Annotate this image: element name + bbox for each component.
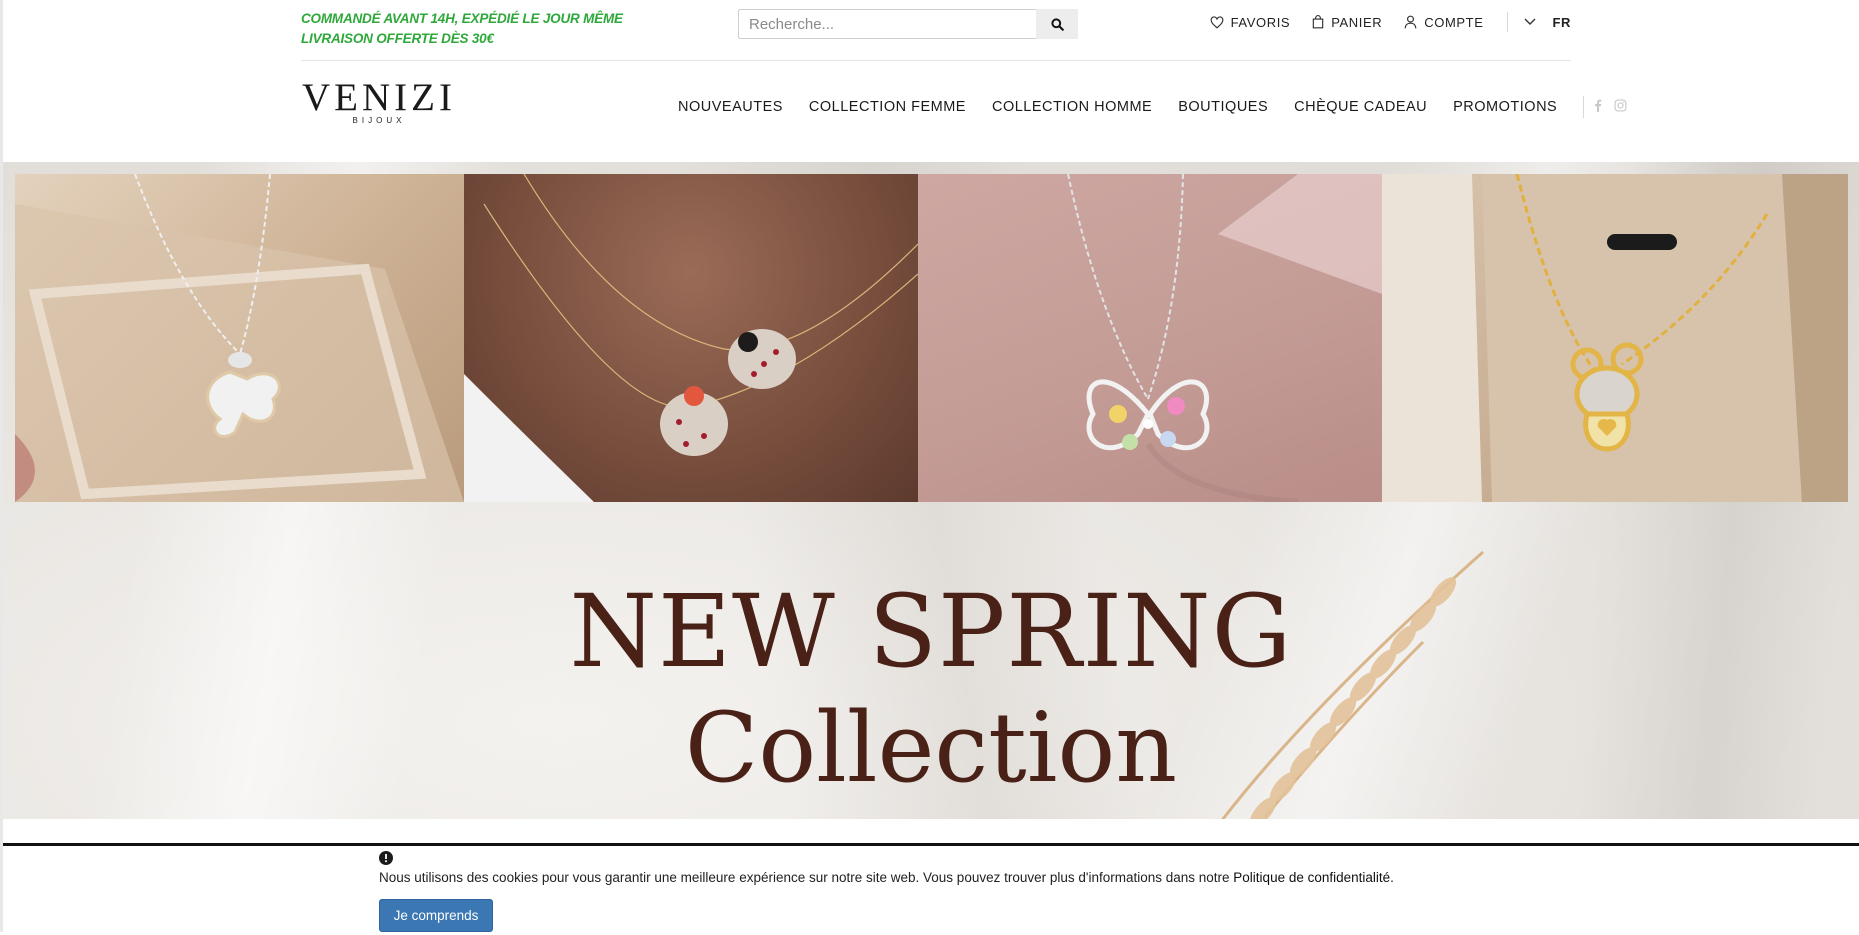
shipping-promo: COMMANDÉ AVANT 14H, EXPÉDIÉ LE JOUR MÊME… <box>301 9 623 49</box>
social-links <box>1594 99 1627 115</box>
product-photo-ladybug-necklace[interactable] <box>464 174 918 502</box>
info-icon <box>379 851 393 865</box>
privacy-policy-link[interactable]: Politique de confidentialité <box>1233 870 1390 885</box>
favorites-link[interactable]: FAVORIS <box>1210 15 1291 30</box>
product-photo-pastel-butterfly-necklace[interactable] <box>918 174 1382 502</box>
top-bar: COMMANDÉ AVANT 14H, EXPÉDIÉ LE JOUR MÊME… <box>301 0 1571 61</box>
cookie-message: Nous utilisons des cookies pour vous gar… <box>379 870 1394 885</box>
heart-icon <box>1210 15 1224 29</box>
cookie-message-end: . <box>1390 870 1394 885</box>
favorites-label: FAVORIS <box>1230 14 1291 30</box>
accept-cookies-button[interactable]: Je comprends <box>379 899 493 932</box>
product-photo-silver-butterfly-necklace[interactable] <box>15 174 464 502</box>
language-label: FR <box>1552 14 1571 30</box>
cart-link[interactable]: PANIER <box>1312 15 1382 30</box>
product-photo-gold-teddy-bear-necklace[interactable] <box>1382 174 1848 502</box>
nav-item-nouveautes[interactable]: NOUVEAUTES <box>678 99 783 115</box>
main-navigation: NOUVEAUTES COLLECTION FEMME COLLECTION H… <box>678 96 1627 118</box>
nav-divider <box>1583 96 1585 118</box>
account-link[interactable]: COMPTE <box>1404 15 1483 30</box>
shopping-bag-icon <box>1312 15 1324 29</box>
cart-label: PANIER <box>1331 14 1383 30</box>
hero-headline-line-1: NEW SPRING <box>569 573 1293 690</box>
nav-item-cheque-cadeau[interactable]: CHÈQUE CADEAU <box>1294 99 1427 115</box>
nav-item-promotions[interactable]: PROMOTIONS <box>1453 99 1557 115</box>
nav-item-boutiques[interactable]: BOUTIQUES <box>1178 99 1268 115</box>
instagram-icon[interactable] <box>1614 99 1627 115</box>
brand-logo[interactable]: VENIZI BIJOUX <box>299 78 459 130</box>
hero-banner[interactable]: NEW SPRING Collection <box>3 162 1859 819</box>
search-icon <box>1050 17 1064 31</box>
search-form <box>738 9 1078 39</box>
promo-line-2: LIVRAISON OFFERTE DÈS 30€ <box>301 31 494 46</box>
language-selector[interactable]: FR <box>1524 15 1571 30</box>
promo-line-1: COMMANDÉ AVANT 14H, EXPÉDIÉ LE JOUR MÊME <box>301 11 623 26</box>
account-label: COMPTE <box>1424 14 1484 30</box>
chevron-down-icon <box>1524 18 1536 25</box>
search-input[interactable] <box>738 9 1038 39</box>
search-button[interactable] <box>1036 9 1078 39</box>
logo-wordmark: VENIZI <box>302 76 456 119</box>
hero-headline-line-2: Collection <box>684 692 1178 804</box>
user-actions: FAVORIS PANIER COMPTE FR <box>1188 11 1571 33</box>
nav-item-collection-femme[interactable]: COLLECTION FEMME <box>809 99 966 115</box>
facebook-icon[interactable] <box>1594 99 1602 115</box>
cookie-banner: Nous utilisons des cookies pour vous gar… <box>3 843 1859 935</box>
cookie-message-text: Nous utilisons des cookies pour vous gar… <box>379 870 1234 885</box>
user-icon <box>1404 15 1417 29</box>
divider <box>1507 12 1509 32</box>
nav-item-collection-homme[interactable]: COLLECTION HOMME <box>992 99 1152 115</box>
